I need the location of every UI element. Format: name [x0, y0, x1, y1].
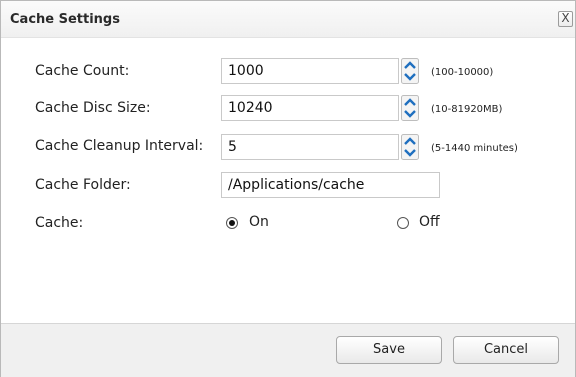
cache-disc-size-label: Cache Disc Size: [35, 100, 151, 116]
cache-label: Cache: [35, 215, 84, 231]
cache-on-radio[interactable] [226, 217, 238, 229]
dialog-title: Cache Settings [10, 12, 120, 27]
cache-cleanup-interval-label: Cache Cleanup Interval: [35, 138, 204, 154]
cache-disc-size-hint: (10-81920MB) [431, 104, 503, 115]
cache-off-label: Off [419, 214, 440, 230]
dialog-titlebar: Cache Settings X [1, 1, 575, 38]
cache-cleanup-interval-spinner[interactable] [401, 134, 419, 160]
cache-folder-label: Cache Folder: [35, 177, 131, 193]
cancel-button[interactable]: Cancel [453, 336, 559, 364]
cache-count-label: Cache Count: [35, 63, 130, 79]
cache-on-label: On [249, 214, 269, 230]
cache-disc-size-input[interactable]: 10240 [221, 95, 399, 121]
save-button[interactable]: Save [336, 336, 442, 364]
cache-cleanup-interval-hint: (5-1440 minutes) [431, 143, 518, 154]
cache-cleanup-interval-input[interactable]: 5 [221, 134, 399, 160]
dialog-footer: Save Cancel [1, 323, 575, 377]
close-icon: X [561, 11, 570, 25]
cache-count-input[interactable]: 1000 [221, 58, 399, 84]
cache-folder-input[interactable]: /Applications/cache [221, 172, 440, 198]
cache-count-hint: (100-10000) [431, 67, 494, 78]
cache-count-spinner[interactable] [401, 58, 419, 84]
close-button[interactable]: X [558, 11, 573, 27]
cache-disc-size-spinner[interactable] [401, 95, 419, 121]
cache-off-radio[interactable] [397, 217, 409, 229]
cache-settings-dialog: Cache Settings X Cache Count: 1000 (100-… [0, 0, 576, 377]
